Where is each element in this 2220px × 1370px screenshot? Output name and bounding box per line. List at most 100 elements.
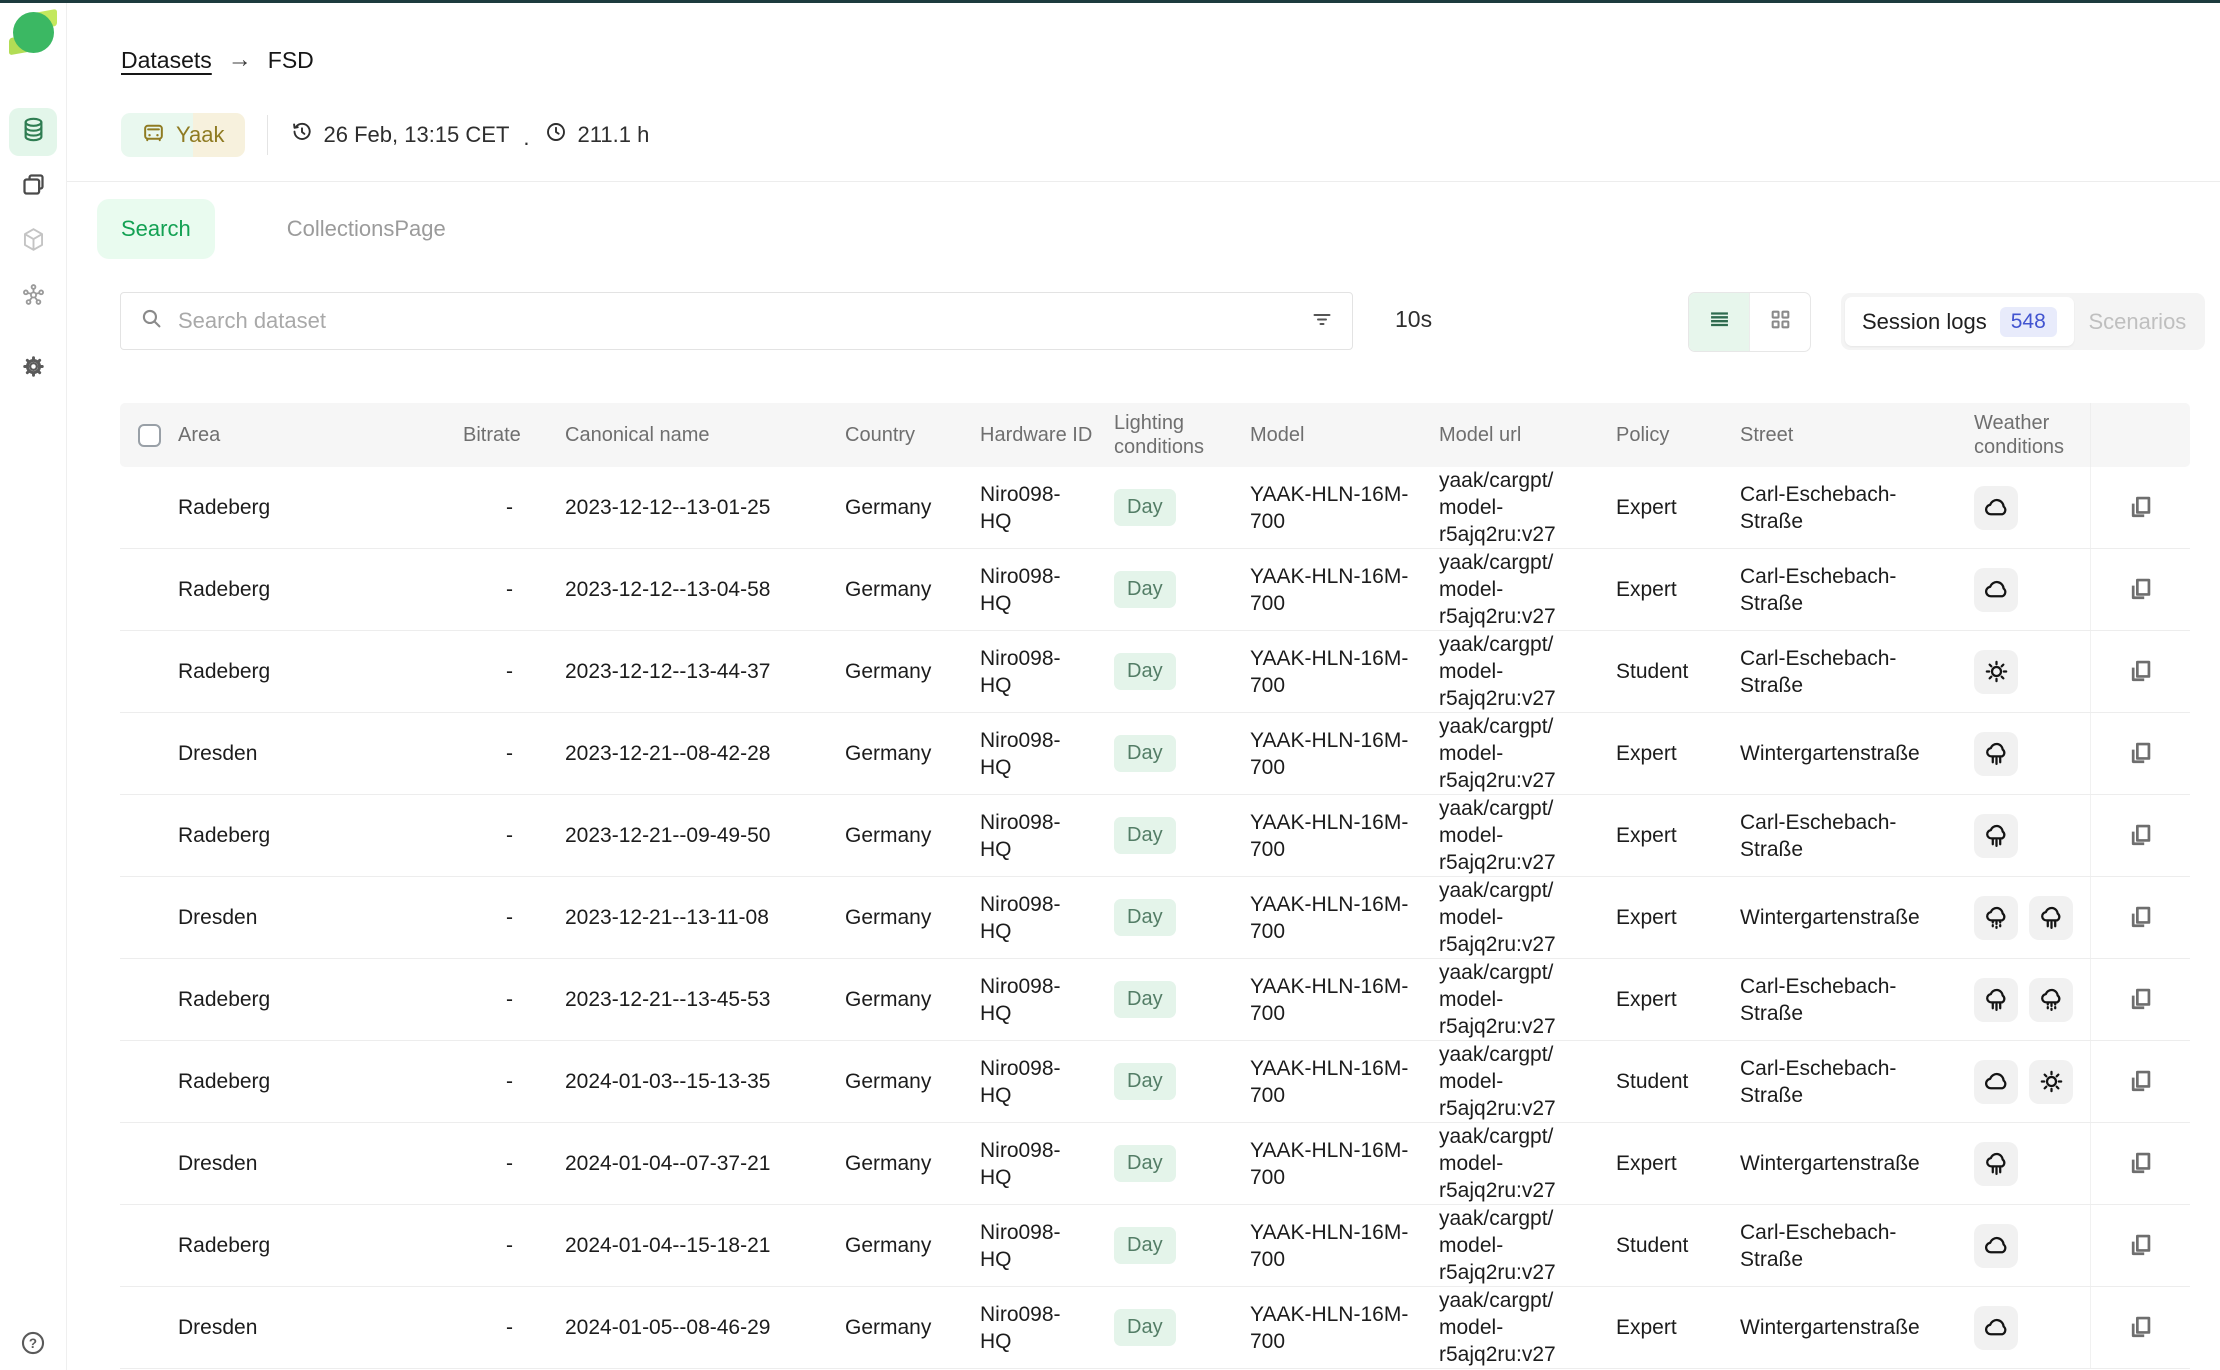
cell-area: Radeberg bbox=[178, 1068, 463, 1095]
cell-country: Germany bbox=[845, 1232, 980, 1259]
column-header-hardware-id[interactable]: Hardware ID bbox=[980, 423, 1114, 447]
sidebar-item-settings[interactable] bbox=[9, 345, 57, 393]
cell-policy: Expert bbox=[1616, 494, 1740, 521]
column-header-canonical-name[interactable]: Canonical name bbox=[525, 423, 845, 447]
cell-policy: Expert bbox=[1616, 1150, 1740, 1177]
cell-hardware-id: Niro098-HQ bbox=[980, 1055, 1114, 1109]
column-header-area[interactable]: Area bbox=[178, 423, 463, 447]
column-header-weather-conditions[interactable]: Weather conditions bbox=[1974, 411, 2090, 459]
clock-icon bbox=[544, 120, 568, 150]
sidebar-item-datasets[interactable] bbox=[9, 108, 57, 156]
table-row[interactable]: Radeberg - 2023-12-21--13-45-53 Germany … bbox=[120, 959, 2190, 1041]
filter-icon[interactable] bbox=[1310, 307, 1334, 336]
sidebar-item-help[interactable]: ? bbox=[9, 1321, 57, 1369]
rain-icon bbox=[1974, 814, 2018, 858]
grid-view-button[interactable] bbox=[1749, 293, 1810, 351]
table-row[interactable]: Radeberg - 2023-12-12--13-44-37 Germany … bbox=[120, 631, 2190, 713]
copy-button[interactable] bbox=[2127, 1314, 2154, 1341]
session-logs-segment[interactable]: Session logs 548 bbox=[1845, 297, 2074, 346]
cell-country: Germany bbox=[845, 1068, 980, 1095]
cell-hardware-id: Niro098-HQ bbox=[980, 973, 1114, 1027]
column-header-street[interactable]: Street bbox=[1740, 423, 1974, 447]
table-row[interactable]: Dresden - 2023-12-21--13-11-08 Germany N… bbox=[120, 877, 2190, 959]
cell-model-url: yaak/​cargpt/​model-​r5ajq2ru:v27 bbox=[1439, 1205, 1616, 1286]
cell-lighting-conditions: Day bbox=[1114, 899, 1250, 936]
copy-button[interactable] bbox=[2127, 494, 2154, 521]
table-row[interactable]: Radeberg - 2023-12-12--13-04-58 Germany … bbox=[120, 549, 2190, 631]
copy-button[interactable] bbox=[2127, 576, 2154, 603]
column-header-model[interactable]: Model bbox=[1250, 423, 1439, 447]
cell-area: Dresden bbox=[178, 1314, 463, 1341]
cell-weather-conditions bbox=[1974, 896, 2090, 940]
table-row[interactable]: Radeberg - 2024-01-03--15-13-35 Germany … bbox=[120, 1041, 2190, 1123]
cell-area: Radeberg bbox=[178, 1232, 463, 1259]
tab-collections-page[interactable]: CollectionsPage bbox=[263, 199, 470, 259]
cell-model: YAAK-HLN-16M-700 bbox=[1250, 645, 1439, 699]
cell-weather-conditions bbox=[1974, 650, 2090, 694]
total-duration: 211.1 h bbox=[544, 120, 650, 150]
cell-area: Radeberg bbox=[178, 986, 463, 1013]
copy-button[interactable] bbox=[2127, 822, 2154, 849]
column-header-country[interactable]: Country bbox=[845, 423, 980, 447]
dataset-table: Area Bitrate Canonical name Country Hard… bbox=[120, 403, 2190, 1369]
lighting-day-pill: Day bbox=[1114, 817, 1176, 854]
copy-button[interactable] bbox=[2127, 1232, 2154, 1259]
copy-button[interactable] bbox=[2127, 904, 2154, 931]
sidebar-item-collections[interactable] bbox=[9, 163, 57, 211]
app-logo[interactable] bbox=[9, 8, 59, 58]
cell-area: Radeberg bbox=[178, 576, 463, 603]
table-row[interactable]: Dresden - 2024-01-05--08-46-29 Germany N… bbox=[120, 1287, 2190, 1369]
column-header-lighting-conditions[interactable]: Lighting conditions bbox=[1114, 411, 1250, 459]
cell-lighting-conditions: Day bbox=[1114, 1145, 1250, 1182]
package-icon bbox=[20, 226, 47, 258]
column-header-model-url[interactable]: Model url bbox=[1439, 423, 1616, 447]
search-input[interactable] bbox=[178, 308, 1296, 334]
header-divider bbox=[67, 181, 2220, 182]
breadcrumb-datasets-link[interactable]: Datasets bbox=[121, 47, 212, 74]
cell-model-url: yaak/​cargpt/​model-​r5ajq2ru:v27 bbox=[1439, 1287, 1616, 1368]
recorded-at: 26 Feb, 13:15 CET bbox=[290, 120, 510, 150]
copy-button[interactable] bbox=[2127, 740, 2154, 767]
copy-button[interactable] bbox=[2127, 1068, 2154, 1095]
cell-hardware-id: Niro098-HQ bbox=[980, 563, 1114, 617]
table-row[interactable]: Radeberg - 2023-12-12--13-01-25 Germany … bbox=[120, 467, 2190, 549]
cell-model-url: yaak/​cargpt/​model-​r5ajq2ru:v27 bbox=[1439, 631, 1616, 712]
copy-button[interactable] bbox=[2127, 986, 2154, 1013]
cell-hardware-id: Niro098-HQ bbox=[980, 1219, 1114, 1273]
cell-lighting-conditions: Day bbox=[1114, 735, 1250, 772]
cell-street: Wintergartenstraße bbox=[1740, 1314, 1974, 1341]
select-all-checkbox[interactable] bbox=[138, 424, 161, 447]
table-row[interactable]: Dresden - 2023-12-21--08-42-28 Germany N… bbox=[120, 713, 2190, 795]
tab-bar: Search CollectionsPage bbox=[97, 199, 470, 259]
cell-canonical-name: 2024-01-05--08-46-29 bbox=[525, 1314, 845, 1341]
dataset-kit-badge[interactable]: Yaak bbox=[121, 113, 245, 157]
total-duration-text: 211.1 h bbox=[578, 122, 650, 148]
tab-search[interactable]: Search bbox=[97, 199, 215, 259]
table-row[interactable]: Radeberg - 2024-01-04--15-18-21 Germany … bbox=[120, 1205, 2190, 1287]
copy-button[interactable] bbox=[2127, 658, 2154, 685]
cell-actions bbox=[2090, 959, 2190, 1040]
column-header-actions bbox=[2090, 403, 2190, 467]
cell-lighting-conditions: Day bbox=[1114, 571, 1250, 608]
cell-actions bbox=[2090, 549, 2190, 630]
table-row[interactable]: Radeberg - 2023-12-21--09-49-50 Germany … bbox=[120, 795, 2190, 877]
cell-hardware-id: Niro098-HQ bbox=[980, 891, 1114, 945]
cell-country: Germany bbox=[845, 822, 980, 849]
cell-canonical-name: 2024-01-03--15-13-35 bbox=[525, 1068, 845, 1095]
drizzle-icon bbox=[2029, 978, 2073, 1022]
column-header-bitrate[interactable]: Bitrate bbox=[463, 423, 525, 447]
lighting-day-pill: Day bbox=[1114, 1145, 1176, 1182]
lighting-day-pill: Day bbox=[1114, 899, 1176, 936]
rain-icon bbox=[2029, 896, 2073, 940]
sidebar-item-graph[interactable] bbox=[9, 274, 57, 322]
search-box bbox=[120, 292, 1353, 350]
copy-button[interactable] bbox=[2127, 1150, 2154, 1177]
scenarios-segment[interactable]: Scenarios bbox=[2074, 309, 2201, 335]
svg-text:?: ? bbox=[29, 1335, 37, 1350]
list-view-button[interactable] bbox=[1689, 293, 1749, 351]
column-header-policy[interactable]: Policy bbox=[1616, 423, 1740, 447]
lighting-day-pill: Day bbox=[1114, 1227, 1176, 1264]
table-row[interactable]: Dresden - 2024-01-04--07-37-21 Germany N… bbox=[120, 1123, 2190, 1205]
cell-policy: Student bbox=[1616, 1068, 1740, 1095]
sidebar-item-packages[interactable] bbox=[9, 218, 57, 266]
